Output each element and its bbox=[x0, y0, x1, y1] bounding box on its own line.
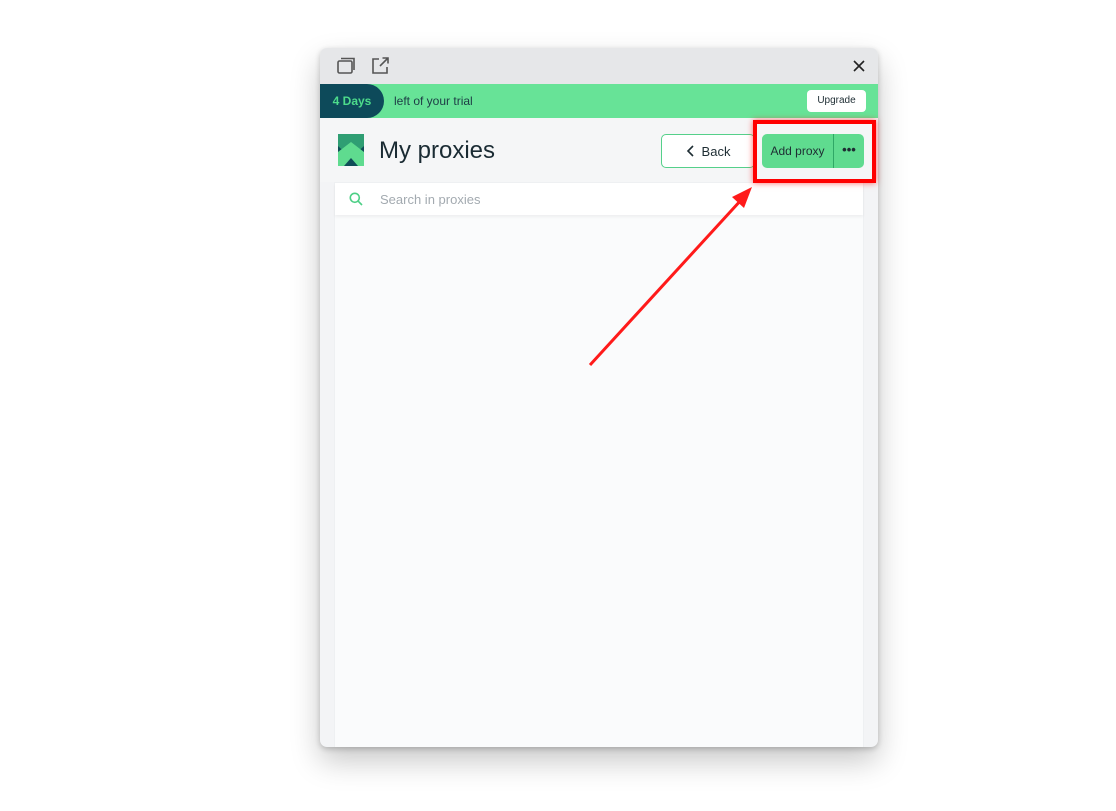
window-tab-icon[interactable] bbox=[336, 56, 356, 76]
proxy-list-panel bbox=[334, 182, 864, 747]
annotation-highlight-box bbox=[753, 120, 876, 183]
app-logo-icon bbox=[338, 134, 364, 166]
trial-message: left of your trial bbox=[394, 94, 473, 108]
chevron-left-icon bbox=[686, 145, 694, 157]
page-title: My proxies bbox=[379, 137, 496, 164]
trial-days-badge: 4 Days bbox=[320, 84, 384, 118]
back-button-label: Back bbox=[701, 143, 731, 159]
trial-banner: 4 Days left of your trial Upgrade bbox=[320, 84, 878, 118]
upgrade-button[interactable]: Upgrade bbox=[807, 90, 866, 112]
back-button[interactable]: Back bbox=[661, 134, 755, 168]
search-icon bbox=[349, 192, 363, 206]
close-icon[interactable] bbox=[849, 56, 869, 76]
search-input[interactable] bbox=[380, 186, 840, 212]
search-bar bbox=[335, 183, 863, 215]
external-link-icon[interactable] bbox=[370, 56, 390, 76]
title-bar bbox=[320, 48, 878, 84]
